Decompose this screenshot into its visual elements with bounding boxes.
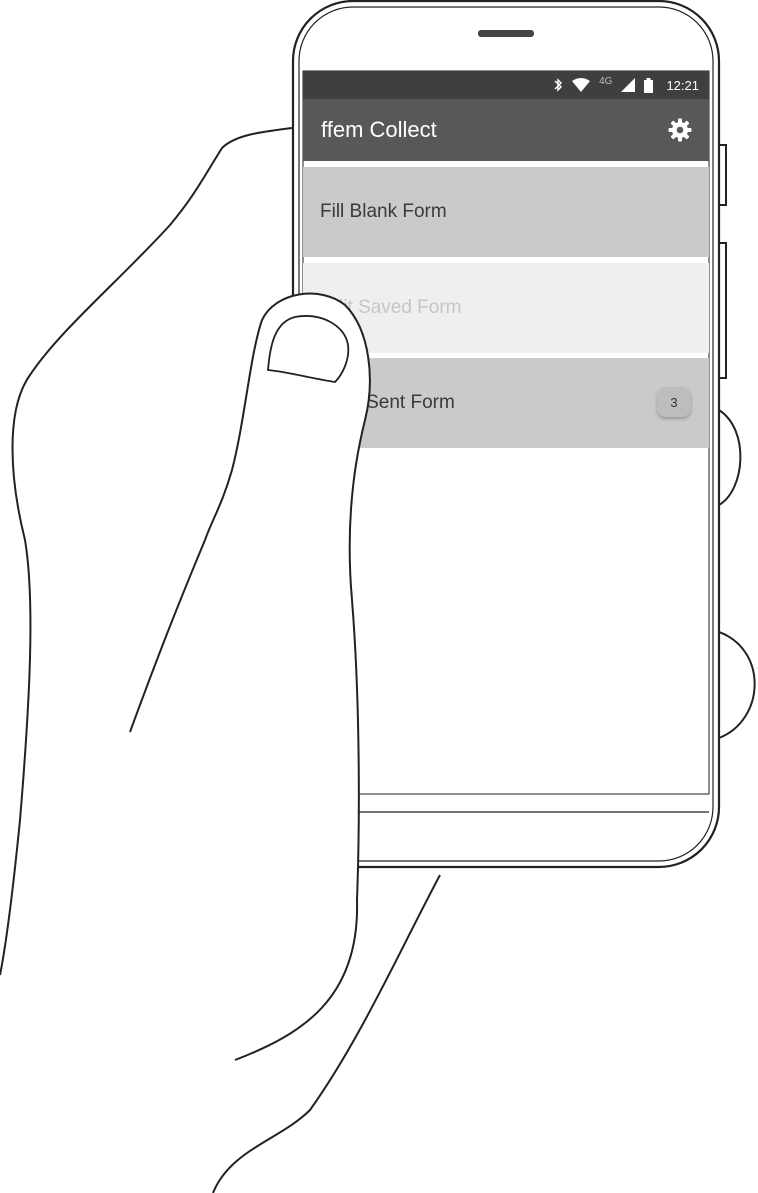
status-bar: 4G 12:21 xyxy=(303,71,709,99)
battery-icon xyxy=(644,77,654,93)
edit-saved-form-button[interactable]: Edit Saved Form xyxy=(303,263,709,353)
illustration-stage: 4G 12:21 ffem Collect Fill Blank Form Ed… xyxy=(0,0,758,1193)
view-sent-form-button[interactable]: View Sent Form 3 xyxy=(303,358,709,448)
menu-item-label: View Sent Form xyxy=(320,392,455,413)
sent-count-badge: 3 xyxy=(657,387,691,417)
fill-blank-form-button[interactable]: Fill Blank Form xyxy=(303,167,709,257)
gear-icon xyxy=(668,118,692,142)
status-time: 12:21 xyxy=(666,77,699,93)
bluetooth-icon xyxy=(553,78,563,92)
menu-item-label: Fill Blank Form xyxy=(320,201,447,222)
settings-button[interactable] xyxy=(667,117,693,143)
signal-icon xyxy=(621,78,636,92)
app-title: ffem Collect xyxy=(321,117,437,142)
network-type-label: 4G xyxy=(599,75,613,87)
menu-item-label: Edit Saved Form xyxy=(320,297,462,318)
app-bar: ffem Collect xyxy=(303,99,709,161)
wifi-icon xyxy=(572,78,591,92)
